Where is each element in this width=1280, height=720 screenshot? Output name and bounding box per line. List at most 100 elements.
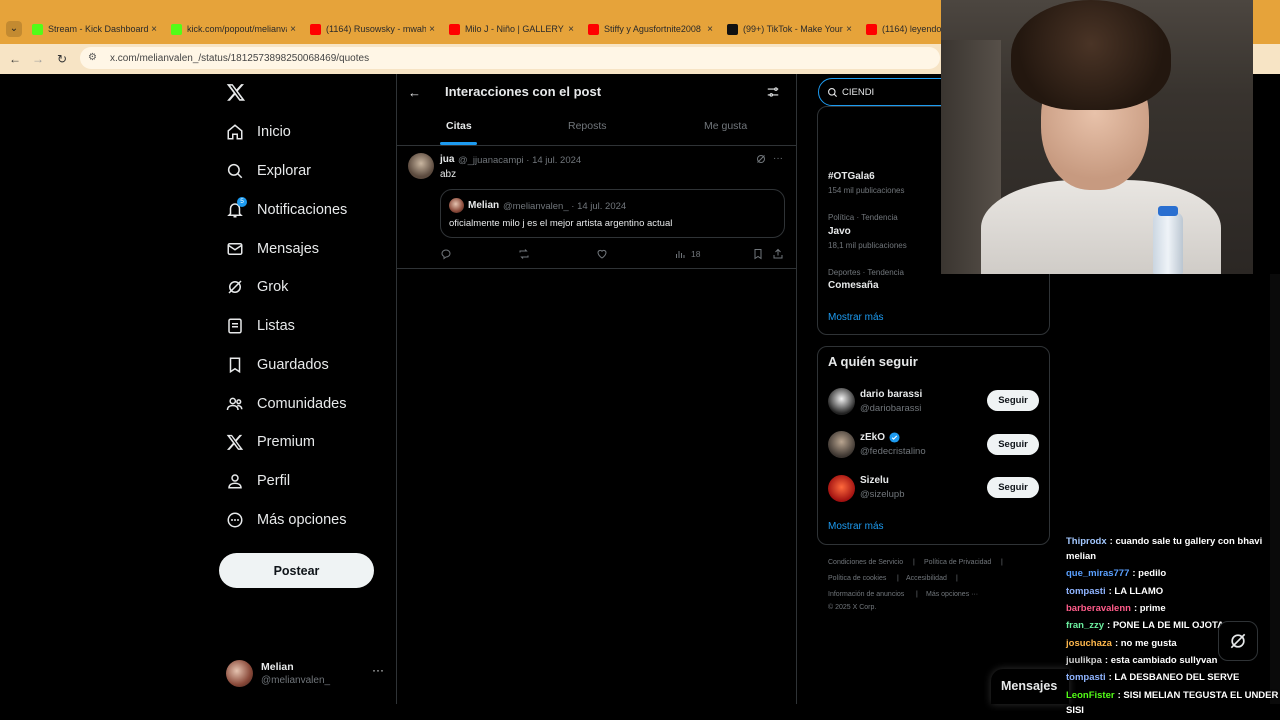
browser-tab[interactable]: kick.com/popout/melianvalen × (167, 20, 299, 38)
follow-button[interactable]: Seguir (987, 477, 1039, 498)
footer-separator: | (956, 575, 958, 582)
chat-message: tompasti: LA DESBANEO DEL SERVE (1066, 672, 1240, 683)
bell-icon: 5 (226, 197, 247, 219)
back-arrow-icon[interactable]: ← (408, 85, 422, 100)
x-logo-icon[interactable] (226, 82, 246, 102)
back-icon[interactable]: ← (6, 50, 24, 68)
footer-link[interactable]: Política de cookies (828, 575, 886, 582)
forward-icon[interactable]: → (29, 50, 47, 68)
grok-icon[interactable] (755, 153, 767, 165)
youtube-favicon-icon (449, 23, 460, 35)
who-to-follow-title: A quién seguir (828, 354, 918, 369)
close-tab-icon[interactable]: × (565, 24, 577, 35)
close-tab-icon[interactable]: × (704, 24, 716, 35)
people-icon (226, 397, 243, 411)
bookmark-icon (754, 249, 762, 260)
footer-separator: | (1001, 559, 1003, 566)
youtube-favicon-icon (588, 23, 599, 35)
nav-item-comunidades[interactable]: Comunidades (226, 391, 346, 417)
tab-me-gusta[interactable]: Me gusta (704, 120, 747, 132)
tweet-author-name[interactable]: jua (440, 154, 454, 165)
follow-button[interactable]: Seguir (987, 434, 1039, 455)
nav-item-premium[interactable]: Premium (226, 429, 315, 455)
site-info-icon[interactable]: ⚙ (88, 52, 100, 64)
trend-topic[interactable]: Comesaña (828, 280, 879, 291)
chat-message: Thiprodx: cuando sale tu gallery con bha… (1066, 536, 1263, 547)
nav-item-mensajes[interactable]: Mensajes (226, 236, 319, 262)
quoted-tweet-card[interactable]: Melian @melianvalen_ · 14 jul. 2024 ofic… (440, 189, 785, 238)
share-button[interactable] (772, 247, 784, 261)
avatar[interactable] (828, 431, 855, 458)
nav-item-grok[interactable]: Grok (226, 274, 288, 300)
avatar[interactable] (828, 388, 855, 415)
tweet-text: abz (440, 169, 457, 180)
messages-drawer[interactable]: Mensajes (991, 669, 1069, 704)
footer-link[interactable]: Más opciones ··· (926, 591, 978, 598)
browser-tab[interactable]: Stiffy y Agusfortnite2008 × (584, 20, 716, 38)
tweet-handle-date[interactable]: @_jjuanacampi · 14 jul. 2024 (458, 155, 581, 166)
suggested-user-handle: @sizelupb (860, 489, 905, 500)
tab-reposts[interactable]: Reposts (568, 120, 607, 132)
footer-link[interactable]: Información de anuncios (828, 591, 904, 598)
suggested-user-name[interactable]: Sizelu (860, 475, 889, 486)
suggested-user-name[interactable]: dario barassi (860, 389, 922, 400)
like-button[interactable] (596, 247, 608, 261)
browser-tab[interactable]: Stream - Kick Dashboard × (28, 20, 160, 38)
kick-favicon-icon (171, 23, 182, 35)
trend-topic[interactable]: Javo (828, 226, 851, 237)
footer-link[interactable]: Condiciones de Servicio (828, 559, 903, 566)
follow-button[interactable]: Seguir (987, 390, 1039, 411)
avatar[interactable] (828, 475, 855, 502)
chat-message: melian (1066, 551, 1097, 562)
analytics-icon (676, 251, 685, 258)
nav-item-listas[interactable]: Listas (226, 313, 295, 339)
close-tab-icon[interactable]: × (843, 24, 855, 35)
mail-icon (227, 243, 243, 255)
bookmark-button[interactable] (752, 247, 764, 261)
close-tab-icon[interactable]: × (426, 24, 438, 35)
browser-tab[interactable]: (1164) leyendo m (862, 20, 942, 38)
webcam-overlay (941, 0, 1253, 274)
close-tab-icon[interactable]: × (148, 24, 160, 35)
trends-show-more-link[interactable]: Mostrar más (828, 312, 884, 323)
footer-link[interactable]: Accesibilidad (906, 575, 947, 582)
tab-citas[interactable]: Citas (446, 120, 472, 132)
more-horizontal-icon[interactable]: ··· (372, 663, 384, 677)
nav-item-guardados[interactable]: Guardados (226, 352, 329, 378)
nav-item-inicio[interactable]: Inicio (226, 119, 291, 145)
views-count: 18 (691, 249, 701, 259)
footer-separator: | (916, 591, 918, 598)
chat-message: barberavalenn: prime (1066, 603, 1166, 614)
browser-tab[interactable]: Milo J - Niño | GALLERY S × (445, 20, 577, 38)
browser-tab[interactable]: (99+) TikTok - Make Your × (723, 20, 855, 38)
scrollbar[interactable] (1270, 274, 1280, 704)
reply-button[interactable] (440, 247, 452, 261)
search-icon (828, 87, 838, 97)
streamer-hair (1011, 0, 1171, 110)
bookmark-icon (229, 357, 241, 374)
more-horizontal-icon[interactable]: ··· (773, 153, 783, 164)
nav-item-explorar[interactable]: Explorar (226, 158, 311, 184)
nav-item-notificaciones[interactable]: 5 Notificaciones (226, 197, 347, 223)
grok-floating-button[interactable] (1218, 621, 1258, 661)
trend-count: 154 mil publicaciones (828, 186, 905, 195)
sliders-icon[interactable] (766, 85, 780, 99)
footer-link[interactable]: Política de Privacidad (924, 559, 991, 566)
avatar[interactable] (408, 153, 434, 179)
suggested-user-name[interactable]: zEkO (860, 432, 900, 443)
tab-list-dropdown-icon[interactable]: ⌄ (6, 21, 22, 37)
tiktok-favicon-icon (727, 23, 738, 35)
post-button[interactable]: Postear (219, 553, 374, 588)
nav-item-perfil[interactable]: Perfil (226, 468, 290, 494)
reload-icon[interactable]: ↻ (53, 50, 71, 68)
close-tab-icon[interactable]: × (287, 24, 299, 35)
browser-tab[interactable]: (1164) Rusowsky - mwah × (306, 20, 438, 38)
chat-message: LeonFister: SISI MELIAN TEGUSTA EL UNDER (1066, 690, 1279, 701)
nav-item-mas-opciones[interactable]: Más opciones (226, 507, 346, 533)
account-switcher[interactable]: Melian @melianvalen_ ··· (226, 659, 386, 689)
url-field[interactable]: ⚙ x.com/melianvalen_/status/181257389825… (80, 47, 940, 69)
trend-topic[interactable]: #OTGala6 (828, 171, 875, 182)
repost-button[interactable] (518, 247, 530, 261)
views-button[interactable]: 18 (674, 247, 700, 261)
who-to-follow-show-more-link[interactable]: Mostrar más (828, 521, 884, 532)
